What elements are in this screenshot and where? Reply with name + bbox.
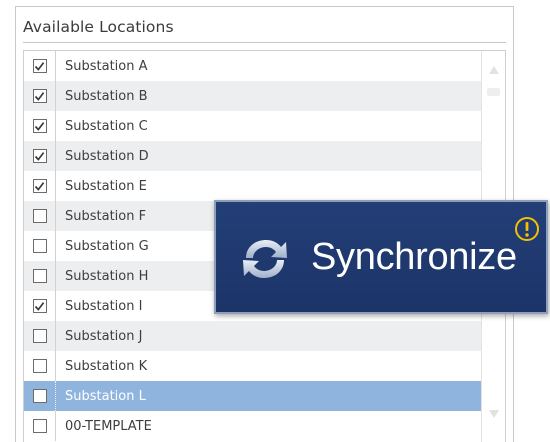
location-label: Substation L [65, 388, 146, 404]
location-row[interactable]: Substation D [24, 141, 481, 171]
synchronize-button[interactable]: Synchronize [214, 200, 548, 314]
location-checkbox[interactable] [32, 239, 47, 253]
location-checkbox[interactable] [32, 419, 47, 433]
location-label: Substation K [65, 358, 148, 374]
location-checkbox[interactable] [32, 119, 47, 133]
location-row[interactable]: Substation E [24, 171, 481, 201]
panel-title: Available Locations [23, 18, 174, 36]
scroll-thumb[interactable] [487, 88, 500, 96]
checkbox-cell [24, 141, 56, 171]
scroll-up-arrow-icon[interactable] [488, 65, 500, 75]
location-row[interactable]: Substation J [24, 321, 481, 351]
location-label: 00-TEMPLATE [65, 418, 152, 434]
location-label: Substation G [65, 238, 149, 254]
checkbox-cell [24, 171, 56, 201]
location-checkbox[interactable] [32, 59, 47, 73]
checkbox-cell [24, 51, 56, 81]
synchronize-label: Synchronize [311, 236, 517, 278]
sync-arrows-icon [243, 240, 287, 278]
checkbox-cell [24, 81, 56, 111]
checkmark-icon [34, 151, 45, 161]
checkbox-cell [24, 261, 56, 291]
checkbox-cell [24, 321, 56, 351]
location-checkbox[interactable] [32, 359, 47, 373]
location-checkbox[interactable] [32, 89, 47, 103]
location-checkbox[interactable] [32, 329, 47, 343]
location-checkbox[interactable] [32, 299, 47, 313]
location-checkbox[interactable] [32, 149, 47, 163]
location-checkbox[interactable] [32, 179, 47, 193]
location-label: Substation H [65, 268, 149, 284]
checkmark-icon [34, 61, 45, 71]
location-row[interactable]: 00-TEMPLATE [24, 411, 481, 441]
checkbox-cell [24, 411, 56, 441]
checkbox-cell [24, 231, 56, 261]
location-label: Substation E [65, 178, 147, 194]
checkmark-icon [34, 181, 45, 191]
location-label: Substation J [65, 328, 143, 344]
location-row[interactable]: Substation L [24, 381, 481, 411]
location-checkbox[interactable] [32, 389, 47, 403]
location-checkbox[interactable] [32, 269, 47, 283]
location-label: Substation C [65, 118, 148, 134]
location-row[interactable]: Substation C [24, 111, 481, 141]
checkbox-cell [24, 111, 56, 141]
checkmark-icon [34, 301, 45, 311]
location-checkbox[interactable] [32, 209, 47, 223]
checkbox-cell [24, 201, 56, 231]
location-label: Substation B [65, 88, 148, 104]
location-row[interactable]: Substation B [24, 81, 481, 111]
location-row[interactable]: Substation K [24, 351, 481, 381]
checkmark-icon [34, 91, 45, 101]
location-label: Substation A [65, 58, 148, 74]
checkbox-cell [24, 351, 56, 381]
title-divider [23, 42, 506, 43]
checkbox-cell [24, 291, 56, 321]
location-label: Substation D [65, 148, 149, 164]
alert-icon [515, 217, 539, 241]
location-label: Substation F [65, 208, 147, 224]
scroll-down-arrow-icon[interactable] [488, 409, 500, 419]
checkmark-icon [34, 121, 45, 131]
checkbox-cell [24, 381, 56, 411]
location-row[interactable]: Substation A [24, 51, 481, 81]
location-label: Substation I [65, 298, 143, 314]
